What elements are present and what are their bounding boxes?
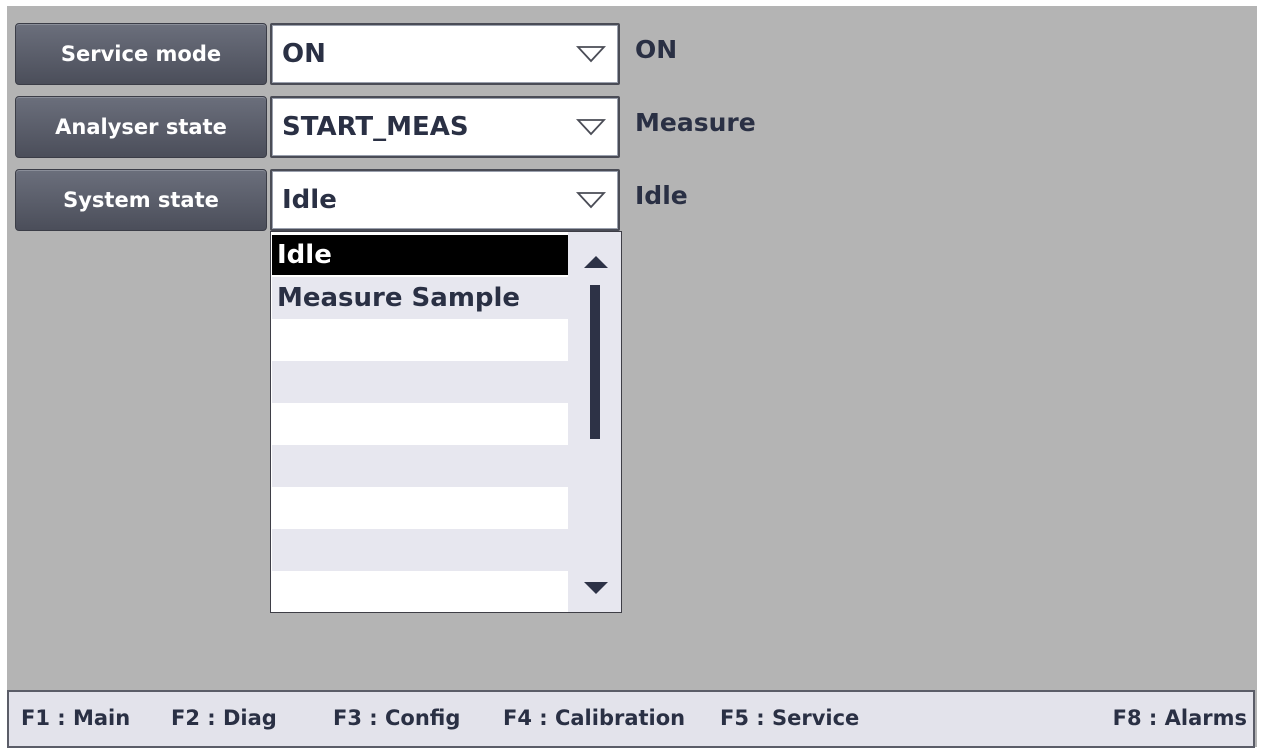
service-mode-status: ON <box>635 35 678 64</box>
dropdown-scrollbar[interactable] <box>568 232 621 612</box>
hmi-screen: Service mode ON ON Analyser state START_… <box>7 6 1257 748</box>
analyser-state-status: Measure <box>635 108 756 137</box>
analyser-state-button[interactable]: Analyser state <box>15 96 267 158</box>
chevron-down-icon[interactable] <box>576 191 606 209</box>
analyser-state-value: START_MEAS <box>282 112 469 142</box>
f5-service-key[interactable]: F5 : Service <box>720 706 859 730</box>
f4-calibration-key[interactable]: F4 : Calibration <box>503 706 685 730</box>
scrollbar-thumb[interactable] <box>590 285 600 439</box>
system-state-combobox[interactable]: Idle <box>270 169 620 231</box>
scroll-up-arrow-icon[interactable] <box>583 255 609 269</box>
dropdown-option-empty[interactable] <box>272 445 568 487</box>
chevron-down-icon[interactable] <box>576 118 606 136</box>
system-state-dropdown-list: Idle Measure Sample <box>270 231 622 613</box>
service-mode-button[interactable]: Service mode <box>15 23 267 85</box>
dropdown-option-empty[interactable] <box>272 487 568 529</box>
f1-main-key[interactable]: F1 : Main <box>21 706 130 730</box>
system-state-button[interactable]: System state <box>15 169 267 231</box>
service-mode-value: ON <box>282 39 326 69</box>
chevron-down-icon[interactable] <box>576 45 606 63</box>
system-state-value: Idle <box>282 185 337 215</box>
f2-diag-key[interactable]: F2 : Diag <box>171 706 277 730</box>
dropdown-option-empty[interactable] <box>272 361 568 403</box>
dropdown-option-empty[interactable] <box>272 529 568 571</box>
f8-alarms-key[interactable]: F8 : Alarms <box>1113 706 1247 730</box>
dropdown-option-idle[interactable]: Idle <box>272 235 568 275</box>
function-key-bar: F1 : Main F2 : Diag F3 : Config F4 : Cal… <box>7 690 1255 748</box>
dropdown-option-empty[interactable] <box>272 403 568 445</box>
dropdown-option-measure-sample[interactable]: Measure Sample <box>272 277 568 319</box>
f3-config-key[interactable]: F3 : Config <box>333 706 460 730</box>
dropdown-option-empty[interactable] <box>272 319 568 361</box>
dropdown-option-empty[interactable] <box>272 571 568 611</box>
analyser-state-combobox[interactable]: START_MEAS <box>270 96 620 158</box>
service-mode-combobox[interactable]: ON <box>270 23 620 85</box>
system-state-status: Idle <box>635 181 688 210</box>
scroll-down-arrow-icon[interactable] <box>583 581 609 595</box>
